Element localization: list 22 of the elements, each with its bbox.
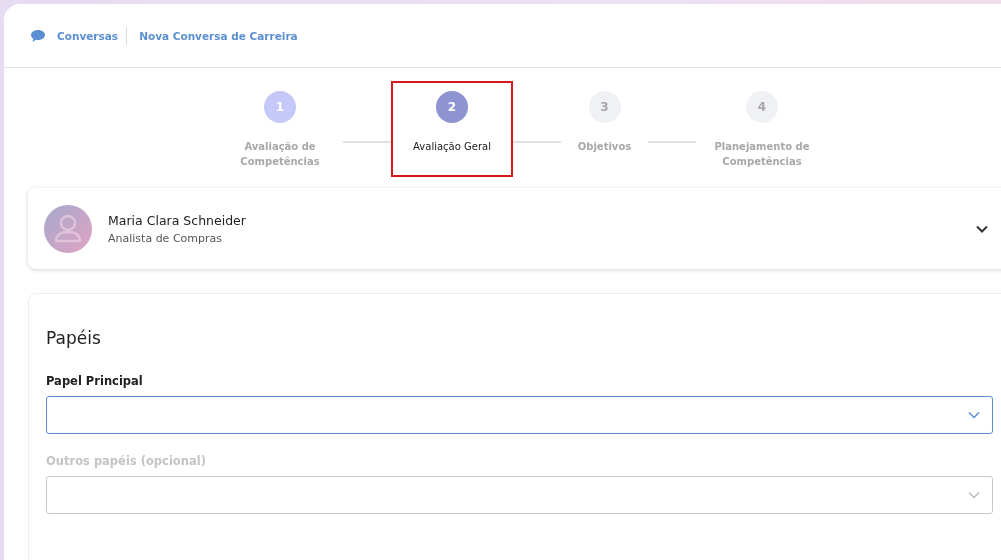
step-label: Objetivos: [577, 140, 632, 154]
dropdown-caret-icon: [968, 491, 980, 499]
section-title: Papéis: [46, 328, 102, 348]
employee-name: Maria Clara Schneider: [108, 212, 247, 228]
step-number[interactable]: 1: [264, 91, 296, 123]
step-label: Planejamento de Competências: [713, 140, 811, 169]
employee-card[interactable]: Maria Clara Schneider Analista de Compras: [28, 188, 1001, 269]
field-label: Papel Principal: [46, 374, 144, 388]
chat-bubble-icon: [30, 28, 46, 43]
field-label: Outros papéis (opcional): [46, 454, 207, 468]
step-label: Avaliação de Competências: [239, 140, 321, 169]
select-field[interactable]: [46, 396, 993, 434]
breadcrumb-link[interactable]: Conversas: [57, 29, 119, 42]
employee-role: Analista de Compras: [108, 231, 223, 245]
breadcrumb-link[interactable]: Nova Conversa de Carreira: [139, 29, 298, 42]
chevron-icon[interactable]: [976, 224, 988, 233]
dropdown-caret-icon: [968, 411, 980, 419]
step-number[interactable]: 2: [436, 91, 468, 123]
step-label: Avaliação Geral: [413, 140, 491, 154]
avatar-icon: [44, 204, 92, 253]
step-number[interactable]: 3: [588, 91, 621, 123]
step-number[interactable]: 4: [746, 91, 778, 123]
